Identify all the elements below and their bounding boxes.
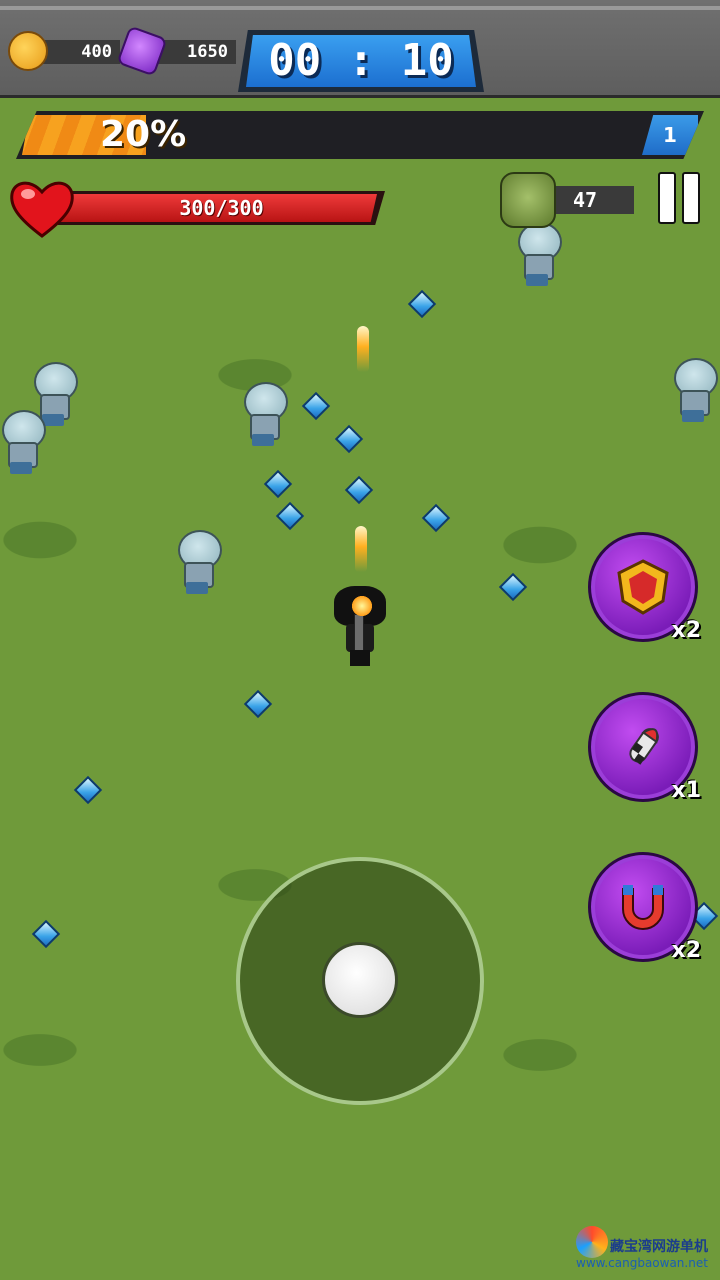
skill-count: x2	[671, 938, 702, 963]
player-character	[332, 586, 388, 670]
zombie-enemy	[666, 358, 720, 428]
zombie-enemy	[236, 382, 290, 452]
skill-count: x2	[671, 618, 702, 643]
skill-count: x1	[671, 778, 702, 803]
coin-icon	[8, 31, 48, 71]
bullet	[357, 326, 369, 372]
watermark-url: www.cangbaowan.net	[576, 1256, 708, 1270]
match-timer: 00 : 10	[238, 30, 484, 92]
xp-progress-bar: 20% 1	[16, 111, 704, 159]
zombie-enemy	[510, 222, 564, 292]
timer-value: 00 : 10	[246, 35, 476, 87]
heart-icon	[10, 181, 74, 238]
xp-percent: 20%	[100, 114, 187, 155]
coin-value: 400	[38, 40, 120, 64]
joystick-knob[interactable]	[322, 942, 398, 1018]
shield-icon	[617, 559, 669, 615]
magnet-icon	[622, 885, 664, 930]
watermark-logo	[576, 1226, 608, 1258]
purple-gem-icon	[116, 25, 168, 77]
rocket-skill-button[interactable]: x1	[588, 692, 701, 803]
health-bar: 300/300	[58, 191, 385, 225]
zombie-enemy	[0, 410, 48, 480]
shield-skill-button[interactable]: x2	[588, 532, 701, 643]
magnet-skill-button[interactable]: x2	[588, 852, 701, 963]
zombie-enemy	[170, 530, 224, 600]
bullet	[355, 526, 367, 572]
watermark-title: 藏宝湾网游单机	[610, 1239, 708, 1255]
pause-button[interactable]	[656, 172, 702, 224]
health-value: 300/300	[179, 196, 264, 220]
zombie-kill-icon	[500, 172, 556, 228]
top-bar: 400 1650 00 : 10	[0, 0, 720, 98]
rocket-icon	[629, 728, 659, 765]
